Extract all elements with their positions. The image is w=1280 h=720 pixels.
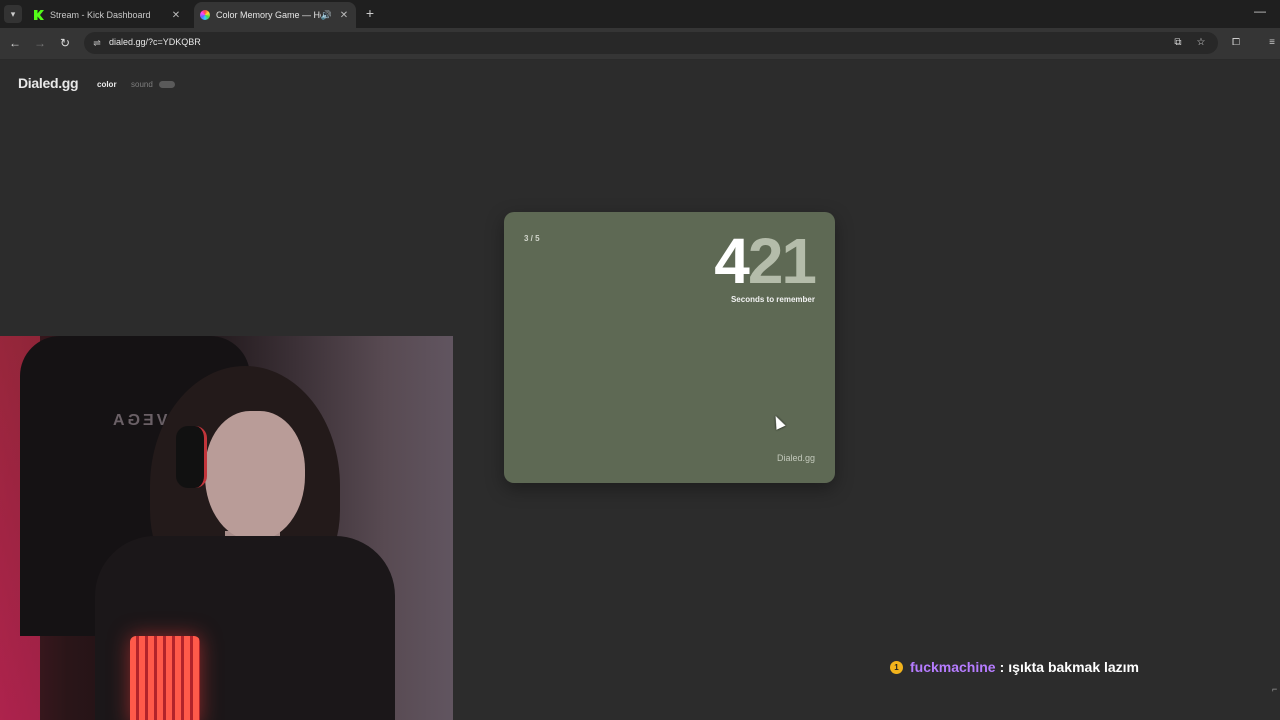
- forward-button[interactable]: →: [32, 35, 48, 51]
- tab-title: Stream - Kick Dashboard: [50, 10, 151, 20]
- site-logo[interactable]: Dialed.gg: [18, 75, 79, 91]
- mode-color-link[interactable]: color: [97, 80, 117, 89]
- webcam-overlay: VEGA: [0, 336, 453, 720]
- reload-button[interactable]: ↻: [57, 35, 73, 51]
- chair-logo-text: VEGA: [110, 412, 168, 429]
- streamer-face: [205, 411, 305, 541]
- address-bar[interactable]: ⇌ dialed.gg/?c=YDKQBR ⧉ ☆: [84, 32, 1218, 54]
- minimize-button[interactable]: —: [1250, 4, 1270, 22]
- partial-icon: ⌐: [1272, 684, 1278, 694]
- close-icon[interactable]: ✕: [170, 10, 182, 21]
- browser-tab-strip: ▾ Stream - Kick Dashboard ✕ Color Memory…: [0, 0, 1280, 28]
- card-brand: Dialed.gg: [776, 453, 815, 463]
- menu-icon[interactable]: ≡: [1264, 35, 1280, 51]
- install-app-icon[interactable]: ⧉: [1170, 35, 1186, 51]
- close-icon[interactable]: ✕: [338, 10, 350, 21]
- timer-label: Seconds to remember: [730, 295, 815, 304]
- hex-lamp: [130, 636, 200, 720]
- mode-sound-link[interactable]: sound: [131, 80, 153, 89]
- back-button[interactable]: ←: [7, 35, 23, 51]
- color-card: 3 / 5 421 Seconds to remember Dialed.gg: [504, 212, 835, 483]
- extensions-icon[interactable]: ⧠: [1228, 35, 1244, 51]
- chat-separator: :: [999, 659, 1005, 675]
- countdown-timer: 421: [714, 229, 817, 293]
- chat-username: fuckmachine: [910, 659, 996, 675]
- mode-badge: [159, 81, 175, 88]
- speaker-icon[interactable]: 🔊: [321, 10, 332, 21]
- tab-color-memory-game[interactable]: Color Memory Game — Ho 🔊 ✕: [194, 2, 356, 28]
- url-text[interactable]: dialed.gg/?c=YDKQBR: [109, 37, 201, 47]
- chat-message: 1 fuckmachine : ışıkta bakmak lazım: [890, 658, 1139, 676]
- browser-toolbar: ← → ↻ ⇌ dialed.gg/?c=YDKQBR ⧉ ☆ ⧠ ≡: [0, 28, 1280, 60]
- bookmark-star-icon[interactable]: ☆: [1193, 35, 1209, 51]
- site-info-icon[interactable]: ⇌: [91, 36, 103, 50]
- color-wheel-icon: [200, 10, 210, 20]
- round-counter: 3 / 5: [524, 234, 540, 243]
- tab-kick-dashboard[interactable]: Stream - Kick Dashboard ✕: [28, 2, 188, 28]
- timer-fraction: 21: [747, 225, 817, 297]
- timer-seconds: 4: [714, 225, 750, 297]
- subscriber-badge: 1: [890, 660, 903, 674]
- tab-title: Color Memory Game — Ho: [216, 10, 321, 20]
- tab-list-button[interactable]: ▾: [4, 5, 22, 23]
- chat-text: ışıkta bakmak lazım: [1008, 659, 1140, 675]
- kick-icon: [34, 10, 44, 20]
- headphones: [176, 426, 207, 488]
- new-tab-button[interactable]: +: [362, 5, 378, 21]
